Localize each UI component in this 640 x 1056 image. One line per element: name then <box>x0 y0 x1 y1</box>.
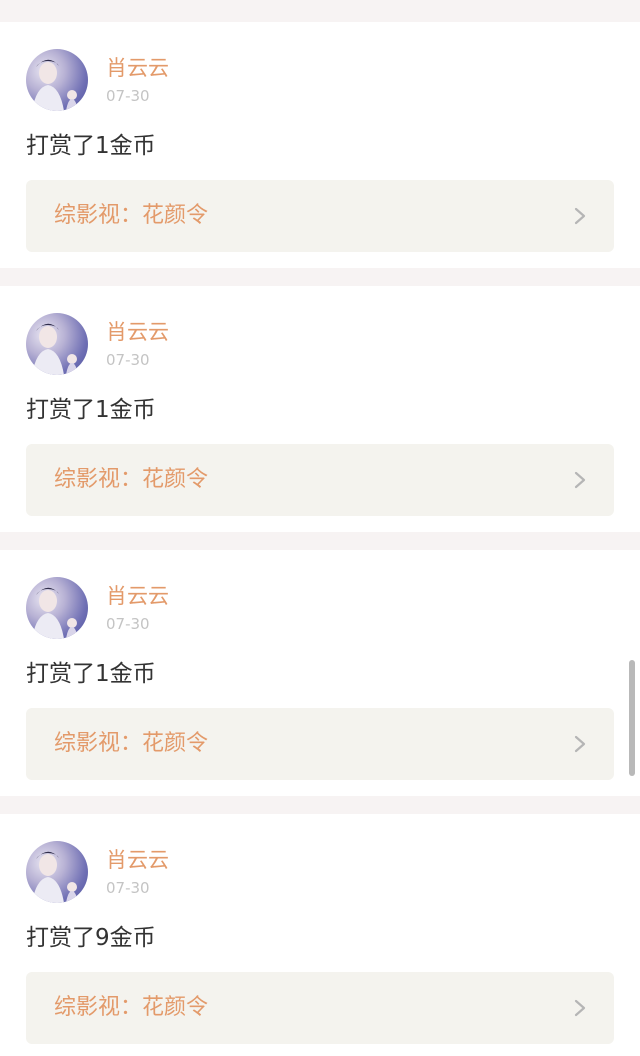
reward-text: 打赏了9金币 <box>26 925 156 951</box>
user-name[interactable]: 肖云云 <box>106 848 169 872</box>
user-name[interactable]: 肖云云 <box>106 56 169 80</box>
chevron-right-icon <box>574 735 586 753</box>
book-link-label: 综影视：花颜令 <box>54 467 209 492</box>
book-link[interactable]: 综影视：花颜令 <box>26 972 614 1044</box>
chevron-right-icon <box>574 999 586 1017</box>
chevron-right-icon <box>574 471 586 489</box>
book-link-label: 综影视：花颜令 <box>54 203 209 228</box>
feed-card: 肖云云 07-30 打赏了1金币 综影视：花颜令 <box>0 286 640 532</box>
scrollbar-thumb[interactable] <box>629 660 635 776</box>
chevron-right-icon <box>574 207 586 225</box>
user-avatar[interactable] <box>26 49 88 111</box>
user-name[interactable]: 肖云云 <box>106 320 169 344</box>
post-date: 07-30 <box>106 615 150 633</box>
user-name[interactable]: 肖云云 <box>106 584 169 608</box>
reward-text: 打赏了1金币 <box>26 661 156 687</box>
feed-card: 肖云云 07-30 打赏了1金币 综影视：花颜令 <box>0 550 640 796</box>
book-link[interactable]: 综影视：花颜令 <box>26 180 614 252</box>
post-date: 07-30 <box>106 351 150 369</box>
book-link[interactable]: 综影视：花颜令 <box>26 444 614 516</box>
user-avatar[interactable] <box>26 841 88 903</box>
reward-feed: 肖云云 07-30 打赏了1金币 综影视：花颜令 肖云云 07-30 打赏了1金… <box>0 0 640 1056</box>
feed-card: 肖云云 07-30 打赏了1金币 综影视：花颜令 <box>0 22 640 268</box>
book-link-label: 综影视：花颜令 <box>54 731 209 756</box>
post-date: 07-30 <box>106 87 150 105</box>
post-date: 07-30 <box>106 879 150 897</box>
reward-text: 打赏了1金币 <box>26 133 156 159</box>
book-link[interactable]: 综影视：花颜令 <box>26 708 614 780</box>
reward-text: 打赏了1金币 <box>26 397 156 423</box>
user-avatar[interactable] <box>26 313 88 375</box>
user-avatar[interactable] <box>26 577 88 639</box>
book-link-label: 综影视：花颜令 <box>54 995 209 1020</box>
feed-card: 肖云云 07-30 打赏了9金币 综影视：花颜令 <box>0 814 640 1056</box>
